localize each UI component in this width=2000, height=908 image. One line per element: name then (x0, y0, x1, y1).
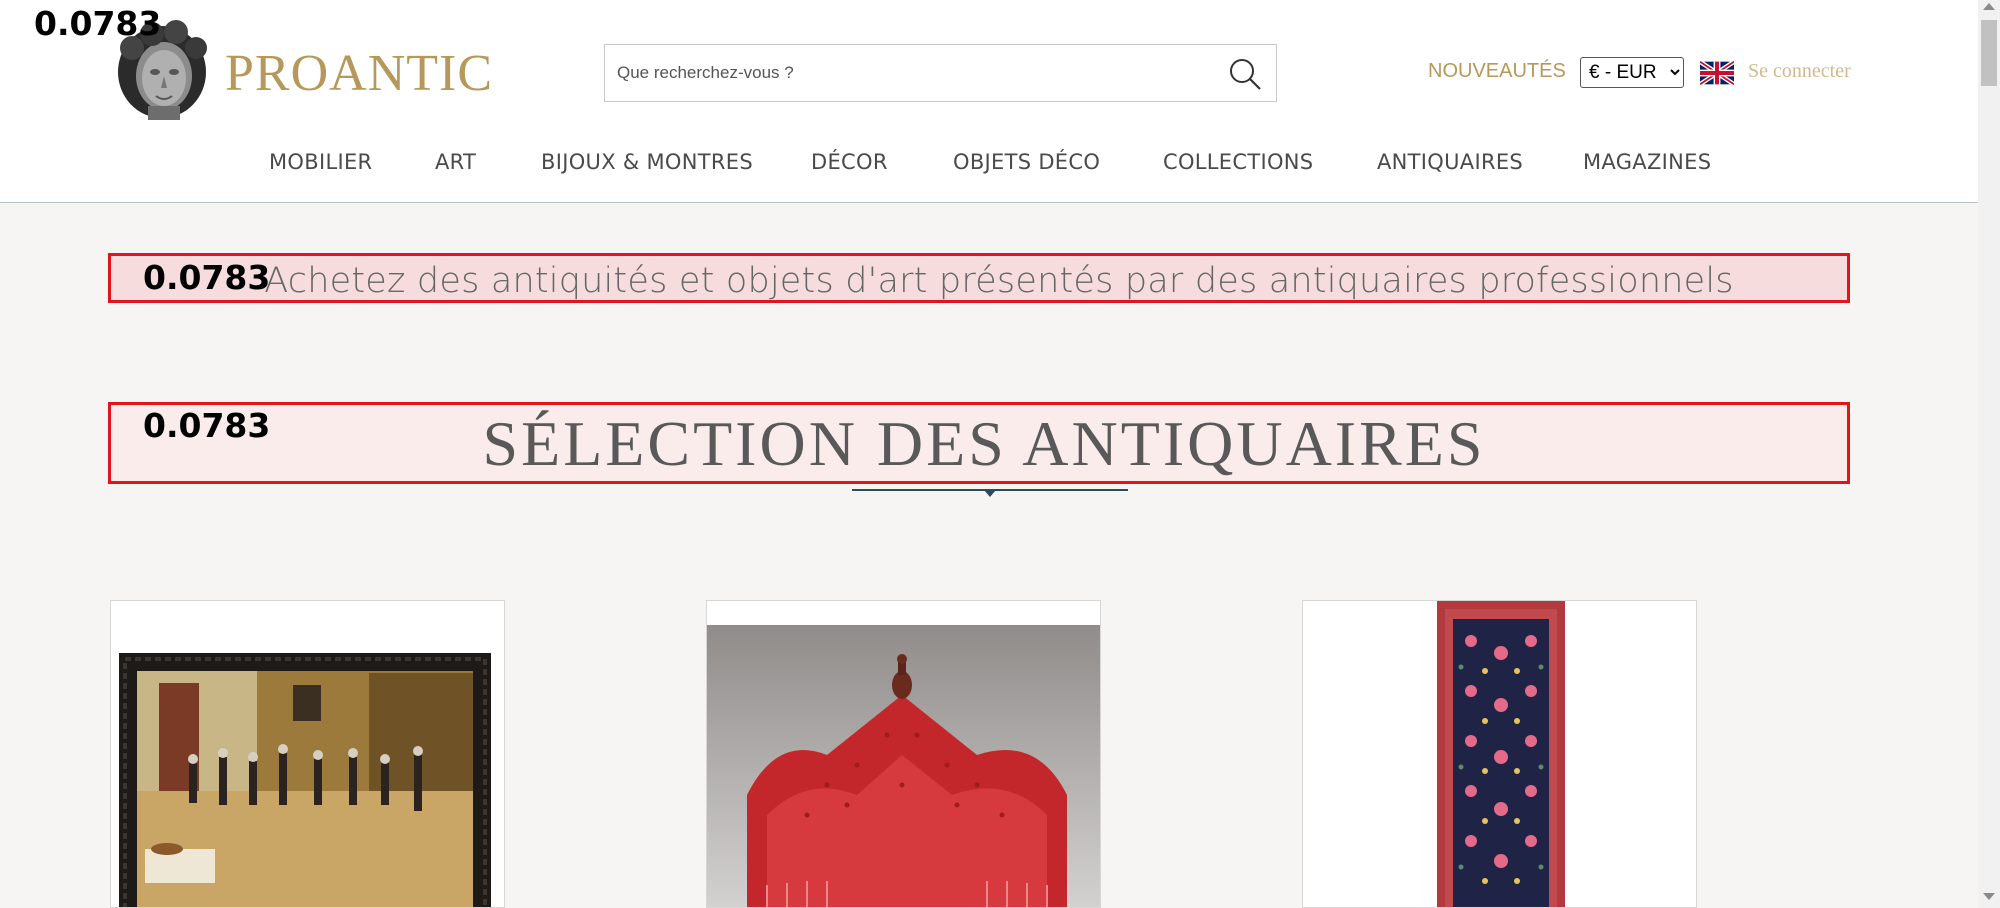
debug-score-label: 0.0783 (143, 258, 271, 297)
uk-flag-icon[interactable] (1700, 61, 1734, 85)
new-arrivals-link[interactable]: NOUVEAUTÉS (1428, 60, 1566, 83)
scroll-down-arrow-icon[interactable] (1983, 893, 1995, 900)
nav-item-magazines[interactable]: MAGAZINES (1583, 150, 1711, 174)
search-input[interactable] (605, 45, 1205, 101)
nav-item-antiquaires[interactable]: ANTIQUAIRES (1377, 150, 1523, 174)
product-card-sofa[interactable] (706, 600, 1101, 908)
main-nav: MOBILIER ART BIJOUX & MONTRES DÉCOR OBJE… (0, 150, 1978, 180)
section-divider (852, 489, 1128, 497)
tagline-text: Achetez des antiquités et objets d'art p… (264, 261, 1734, 301)
nav-item-mobilier[interactable]: MOBILIER (269, 150, 372, 174)
product-card-rug[interactable] (1302, 600, 1697, 908)
search-box (604, 44, 1277, 102)
persian-rug-image (1437, 601, 1565, 907)
scroll-up-arrow-icon[interactable] (1983, 3, 1995, 10)
site-header: PROANTIC NOUVEAUTÉS € - EUR Se connecter… (0, 0, 1978, 203)
debug-score-label: 0.0783 (143, 406, 271, 445)
nav-item-bijoux-montres[interactable]: BIJOUX & MONTRES (541, 150, 753, 174)
product-card-painting[interactable] (110, 600, 505, 908)
nav-item-decor[interactable]: DÉCOR (811, 150, 888, 174)
section-header: SÉLECTION DES ANTIQUAIRES (108, 402, 1850, 484)
red-velvet-sofa-image (707, 625, 1100, 907)
nav-item-collections[interactable]: COLLECTIONS (1163, 150, 1313, 174)
nav-item-art[interactable]: ART (435, 150, 476, 174)
nav-item-objets-deco[interactable]: OBJETS DÉCO (953, 150, 1100, 174)
framed-painting-image (119, 653, 491, 907)
currency-select[interactable]: € - EUR (1580, 57, 1684, 88)
debug-score-label: 0.0783 (34, 4, 162, 43)
scroll-thumb[interactable] (1981, 20, 1997, 86)
section-title: SÉLECTION DES ANTIQUAIRES (482, 408, 1486, 479)
tagline-banner: Achetez des antiquités et objets d'art p… (108, 253, 1850, 303)
search-icon[interactable] (1228, 57, 1262, 91)
login-link[interactable]: Se connecter (1748, 60, 1851, 83)
brand-logo-text[interactable]: PROANTIC (225, 44, 493, 103)
page-scrollbar[interactable] (1978, 0, 2000, 908)
